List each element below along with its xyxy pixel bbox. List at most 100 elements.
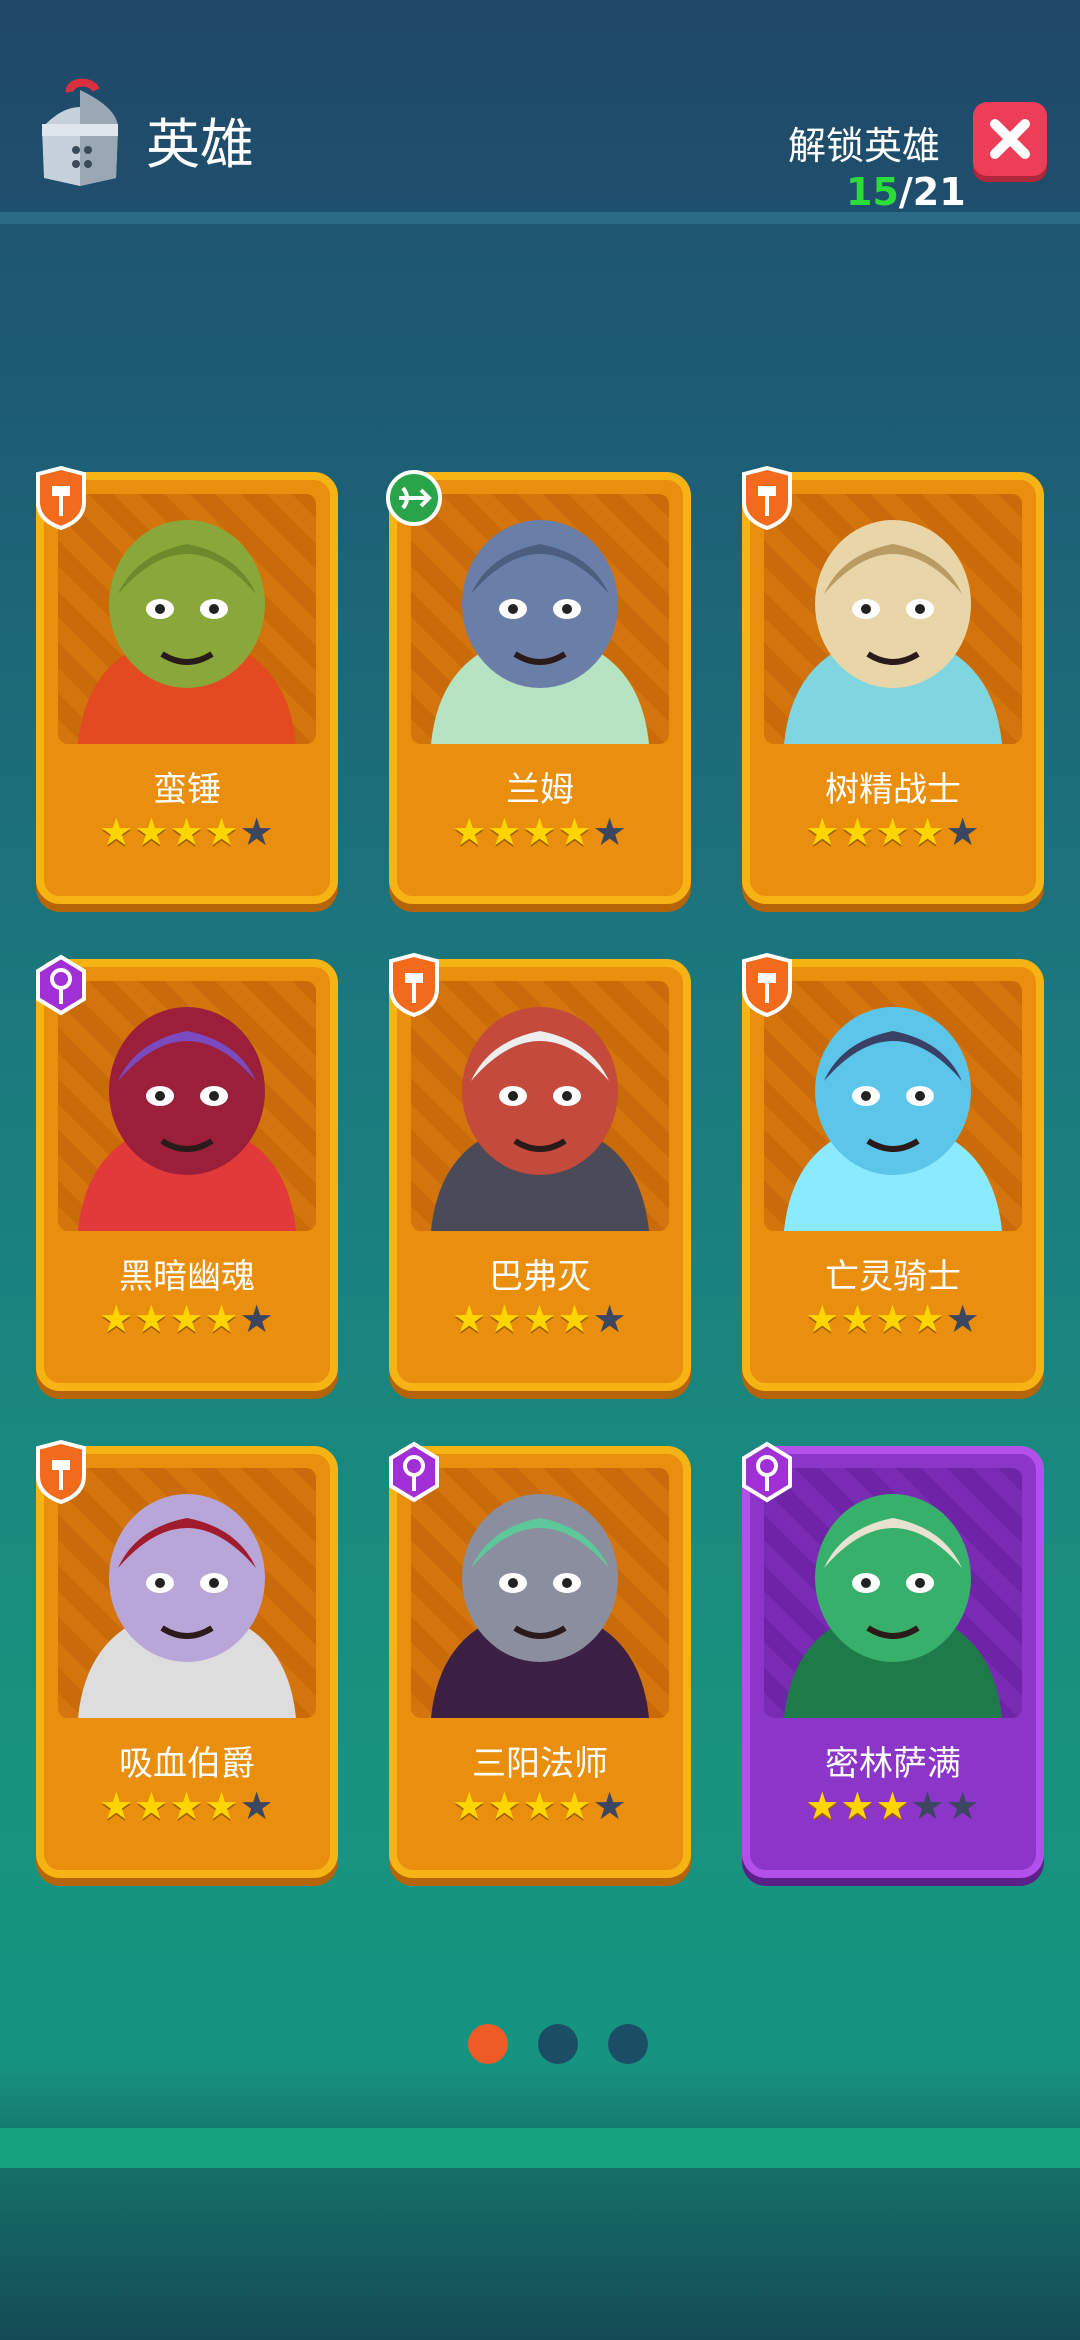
hero-portrait — [764, 981, 1022, 1231]
unlocked-count: 15 — [846, 170, 899, 214]
page-dot-2[interactable] — [538, 2024, 578, 2064]
warrior-badge-icon — [36, 1440, 86, 1504]
hero-name: 密林萨满 — [825, 1744, 961, 1784]
star-empty-icon: ★ — [592, 1784, 628, 1828]
hero-card[interactable]: 三阳法师 ★★★★★ — [389, 1441, 691, 1878]
star-filled-icon: ★ — [805, 1784, 841, 1828]
hero-name: 黑暗幽魂 — [119, 1257, 255, 1297]
close-button[interactable] — [973, 102, 1047, 176]
star-filled-icon: ★ — [875, 1784, 911, 1828]
star-empty-icon: ★ — [592, 810, 628, 854]
hero-stars: ★★★★★ — [750, 810, 1036, 854]
hero-card[interactable]: 密林萨满 ★★★★★ — [742, 1441, 1044, 1878]
mage-badge-icon — [389, 1441, 439, 1503]
hero-portrait — [58, 981, 316, 1231]
mage-badge-icon — [742, 1441, 792, 1503]
mage-badge-icon — [36, 954, 86, 1016]
star-filled-icon: ★ — [805, 1297, 841, 1341]
star-filled-icon: ★ — [487, 1297, 523, 1341]
star-filled-icon: ★ — [169, 1784, 205, 1828]
total-count: /21 — [898, 170, 966, 214]
star-empty-icon: ★ — [910, 1784, 946, 1828]
hero-portrait — [58, 1468, 316, 1718]
star-filled-icon: ★ — [875, 810, 911, 854]
hero-card[interactable]: 兰姆 ★★★★★ — [386, 470, 691, 904]
knight-helmet-icon — [42, 78, 118, 186]
hero-stars: ★★★★★ — [397, 1784, 683, 1828]
hero-card[interactable]: 蛮锤 ★★★★★ — [36, 466, 338, 904]
star-filled-icon: ★ — [557, 1784, 593, 1828]
hero-name: 三阳法师 — [472, 1744, 608, 1784]
star-empty-icon: ★ — [239, 1297, 275, 1341]
hero-portrait — [411, 1468, 669, 1718]
star-filled-icon: ★ — [557, 1297, 593, 1341]
hero-portrait — [58, 494, 316, 744]
warrior-badge-icon — [742, 953, 792, 1017]
star-filled-icon: ★ — [910, 1297, 946, 1341]
warrior-badge-icon — [742, 466, 792, 530]
hero-portrait — [764, 1468, 1022, 1718]
hero-stars: ★★★★★ — [750, 1297, 1036, 1341]
star-filled-icon: ★ — [169, 1297, 205, 1341]
bottom-bar — [0, 2128, 1080, 2168]
star-filled-icon: ★ — [875, 1297, 911, 1341]
warrior-badge-icon — [389, 953, 439, 1017]
hero-card[interactable]: 亡灵骑士 ★★★★★ — [742, 953, 1044, 1391]
star-filled-icon: ★ — [487, 810, 523, 854]
star-empty-icon: ★ — [945, 1784, 981, 1828]
star-empty-icon: ★ — [239, 1784, 275, 1828]
star-filled-icon: ★ — [840, 810, 876, 854]
archer-badge-icon — [386, 470, 442, 526]
hero-card[interactable]: 树精战士 ★★★★★ — [742, 466, 1044, 904]
star-empty-icon: ★ — [945, 1297, 981, 1341]
star-filled-icon: ★ — [487, 1784, 523, 1828]
star-filled-icon: ★ — [204, 1784, 240, 1828]
star-filled-icon: ★ — [452, 1297, 488, 1341]
hero-card[interactable]: 吸血伯爵 ★★★★★ — [36, 1440, 338, 1878]
hero-portrait — [764, 494, 1022, 744]
hero-stars: ★★★★★ — [44, 1784, 330, 1828]
star-filled-icon: ★ — [134, 1784, 170, 1828]
star-filled-icon: ★ — [805, 810, 841, 854]
hero-portrait — [411, 981, 669, 1231]
hero-name: 树精战士 — [825, 770, 961, 810]
star-filled-icon: ★ — [99, 810, 135, 854]
hero-stars: ★★★★★ — [44, 1297, 330, 1341]
star-filled-icon: ★ — [99, 1784, 135, 1828]
unlocked-heroes-label: 解锁英雄 — [788, 124, 941, 168]
star-empty-icon: ★ — [592, 1297, 628, 1341]
page-dot-3[interactable] — [608, 2024, 648, 2064]
star-filled-icon: ★ — [169, 810, 205, 854]
hero-card[interactable]: 黑暗幽魂 ★★★★★ — [36, 954, 338, 1391]
star-filled-icon: ★ — [557, 810, 593, 854]
star-filled-icon: ★ — [840, 1784, 876, 1828]
star-filled-icon: ★ — [910, 810, 946, 854]
star-empty-icon: ★ — [239, 810, 275, 854]
hero-card[interactable]: 巴弗灭 ★★★★★ — [389, 953, 691, 1391]
star-filled-icon: ★ — [522, 1784, 558, 1828]
page-indicator — [468, 2024, 648, 2064]
page-dot-1[interactable] — [468, 2024, 508, 2064]
hero-stars: ★★★★★ — [750, 1784, 1036, 1828]
star-filled-icon: ★ — [452, 810, 488, 854]
hero-stars: ★★★★★ — [44, 810, 330, 854]
star-filled-icon: ★ — [840, 1297, 876, 1341]
hero-name: 兰姆 — [506, 770, 574, 810]
hero-name: 巴弗灭 — [489, 1257, 591, 1297]
star-empty-icon: ★ — [945, 810, 981, 854]
hero-stars: ★★★★★ — [397, 810, 683, 854]
star-filled-icon: ★ — [134, 810, 170, 854]
star-filled-icon: ★ — [204, 1297, 240, 1341]
star-filled-icon: ★ — [99, 1297, 135, 1341]
hero-stars: ★★★★★ — [397, 1297, 683, 1341]
star-filled-icon: ★ — [452, 1784, 488, 1828]
page-title: 英雄 — [146, 113, 254, 176]
hero-name: 亡灵骑士 — [825, 1257, 961, 1297]
hero-name: 吸血伯爵 — [119, 1744, 255, 1784]
star-filled-icon: ★ — [204, 810, 240, 854]
hero-name: 蛮锤 — [153, 770, 221, 810]
hero-portrait — [411, 494, 669, 744]
star-filled-icon: ★ — [522, 810, 558, 854]
star-filled-icon: ★ — [134, 1297, 170, 1341]
close-icon — [990, 119, 1030, 159]
